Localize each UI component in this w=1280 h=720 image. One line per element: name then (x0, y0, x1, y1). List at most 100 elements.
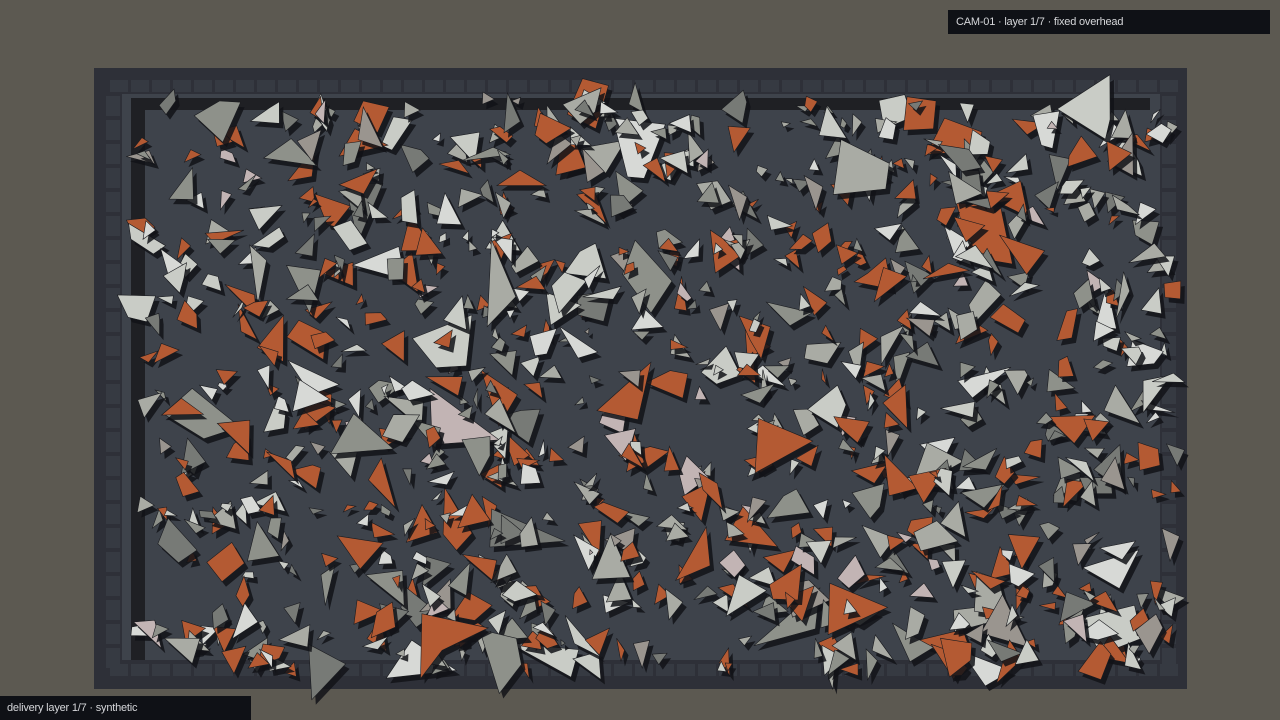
tray-slat (106, 192, 120, 212)
tray-slat (106, 504, 120, 524)
tray-slat (698, 80, 716, 92)
tray-slat (106, 360, 120, 380)
tray-slat (425, 80, 443, 92)
tray-slat (383, 80, 401, 92)
tray-slat (446, 80, 464, 92)
tray-slat (106, 288, 120, 308)
tray-slat (929, 664, 947, 676)
tray-slat (152, 664, 170, 676)
tray-slat (106, 384, 120, 404)
tray-slat (404, 80, 422, 92)
tray-slat (106, 432, 120, 452)
tray-slat (106, 456, 120, 476)
tray-slat (971, 80, 989, 92)
tray-slat (1162, 192, 1176, 212)
tray-slat (782, 664, 800, 676)
tray-slat (106, 144, 120, 164)
tray-slat (614, 664, 632, 676)
tray-slat (887, 664, 905, 676)
camera-caption: CAM-01 · layer 1/7 · fixed overhead (948, 10, 1270, 34)
tray-slat (106, 336, 120, 356)
tray-slat (656, 80, 674, 92)
tray-slat (1162, 144, 1176, 164)
tray-slat (467, 80, 485, 92)
tray-slat (950, 80, 968, 92)
tray-slat (1162, 168, 1176, 188)
tray-slat (362, 80, 380, 92)
shard (1163, 280, 1182, 300)
tray-slat (530, 80, 548, 92)
tray-slat (106, 648, 120, 668)
tray-slat (131, 664, 149, 676)
overhead-camera-view (0, 0, 1280, 720)
tray-slat (1013, 80, 1031, 92)
tray-slat (106, 576, 120, 596)
tray-slat (1055, 664, 1073, 676)
tray-slat (614, 80, 632, 92)
tray-slat (194, 80, 212, 92)
tray-slat (845, 80, 863, 92)
tray-slat (551, 80, 569, 92)
tray-slat (1034, 80, 1052, 92)
tray-slat (824, 80, 842, 92)
tray-slat (761, 80, 779, 92)
delivery-caption: delivery layer 1/7 · synthetic (0, 696, 251, 720)
tray-slat (106, 624, 120, 644)
tray-slat (299, 80, 317, 92)
tray-slat (866, 80, 884, 92)
tray-slat (257, 80, 275, 92)
tray-slat (509, 80, 527, 92)
shard (497, 463, 507, 480)
tray-slat (887, 80, 905, 92)
tray-slat (488, 80, 506, 92)
tray-slat (131, 80, 149, 92)
tray-slat (106, 480, 120, 500)
tray-slat (929, 80, 947, 92)
tray-slat (761, 664, 779, 676)
tray-slat (803, 664, 821, 676)
tray-slat (362, 664, 380, 676)
tray-slat (215, 80, 233, 92)
tray-slat (698, 664, 716, 676)
tray-slat (467, 664, 485, 676)
tray-slat (719, 80, 737, 92)
tray-slat (320, 80, 338, 92)
tray-slat (740, 80, 758, 92)
tray-slat (106, 120, 120, 140)
tray-slat (1162, 96, 1176, 116)
tray-slat (106, 552, 120, 572)
tray-slat (106, 216, 120, 236)
tray-slat (106, 408, 120, 428)
tray-slat (635, 80, 653, 92)
tray-slat (106, 312, 120, 332)
tray-slat (530, 664, 548, 676)
tray-slat (677, 664, 695, 676)
tray-left-rail (131, 98, 145, 660)
tray-slat (1139, 80, 1157, 92)
tray-slat (106, 240, 120, 260)
tray-slat (236, 80, 254, 92)
tray-slat (908, 664, 926, 676)
tray-slat (1118, 80, 1136, 92)
tray-slat (152, 80, 170, 92)
tray-slat (341, 80, 359, 92)
tray-slat (278, 80, 296, 92)
tray-slat (106, 528, 120, 548)
tray-slat (106, 96, 120, 116)
tray-slat (1160, 80, 1178, 92)
tray-slat (908, 80, 926, 92)
tray-slat (677, 80, 695, 92)
tray-slat (173, 664, 191, 676)
tray-slat (106, 264, 120, 284)
tray-slat (1162, 648, 1176, 668)
tray-slat (106, 168, 120, 188)
tray-slat (782, 80, 800, 92)
tray-slat (992, 80, 1010, 92)
tray-slat (110, 80, 128, 92)
tray-slat (173, 80, 191, 92)
tray-slat (803, 80, 821, 92)
shard (386, 257, 405, 281)
tray-slat (1055, 80, 1073, 92)
tray-slat (740, 664, 758, 676)
tray-slat (106, 600, 120, 620)
